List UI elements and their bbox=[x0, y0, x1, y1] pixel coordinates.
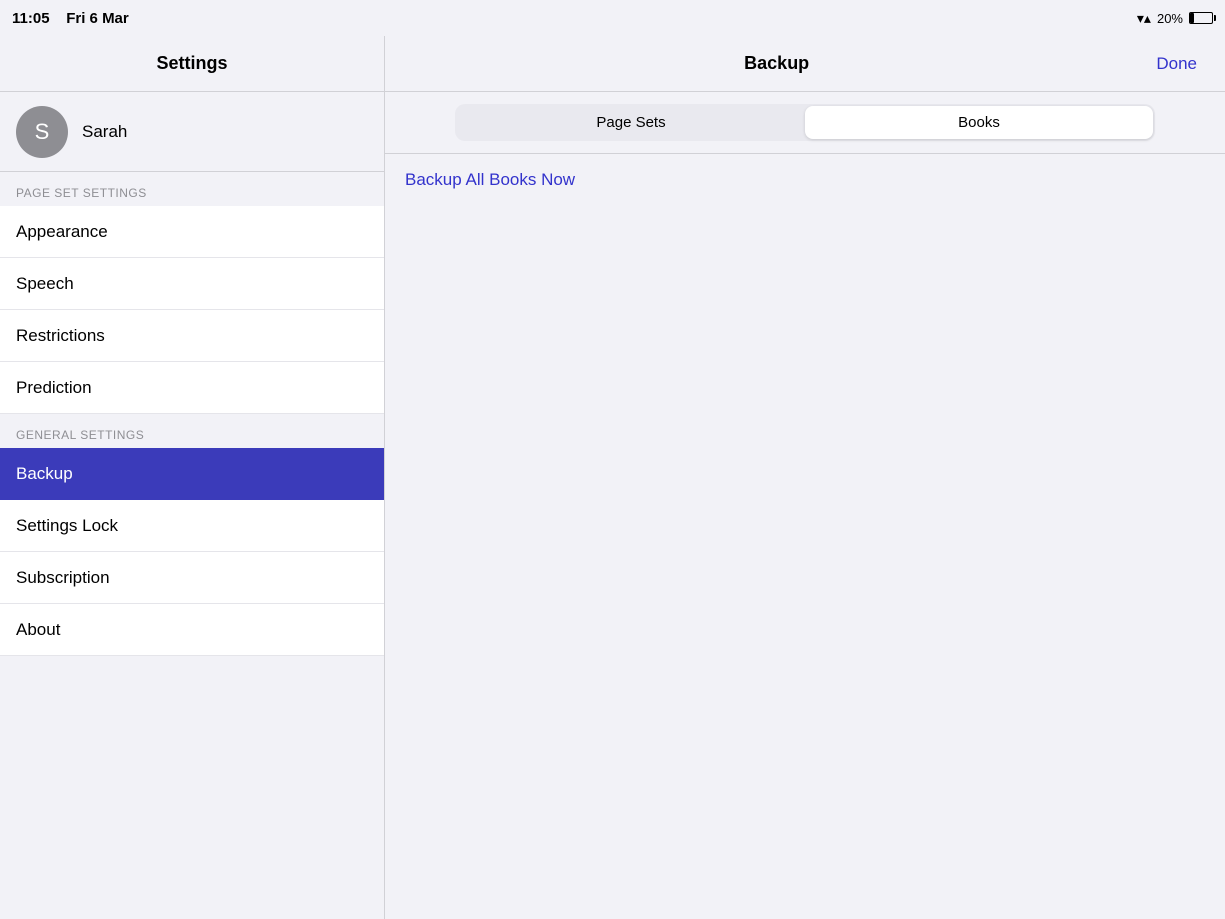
settings-lock-label: Settings Lock bbox=[16, 516, 118, 536]
sidebar-item-about[interactable]: About bbox=[0, 604, 384, 656]
nav-left: Settings bbox=[0, 36, 385, 91]
status-indicators: ▾▴ 20% bbox=[1137, 10, 1213, 27]
nav-right: Backup Done bbox=[385, 50, 1225, 78]
general-settings-header: GENERAL SETTINGS bbox=[0, 414, 384, 448]
username: Sarah bbox=[82, 122, 127, 142]
backup-all-books-link[interactable]: Backup All Books Now bbox=[385, 154, 1225, 206]
segment-control: Page Sets Books bbox=[455, 104, 1155, 141]
appearance-label: Appearance bbox=[16, 222, 108, 242]
app-container: Settings Backup Done S Sarah PAGE SET SE… bbox=[0, 36, 1225, 919]
sidebar-item-appearance[interactable]: Appearance bbox=[0, 206, 384, 258]
sidebar-item-speech[interactable]: Speech bbox=[0, 258, 384, 310]
user-profile[interactable]: S Sarah bbox=[0, 92, 384, 172]
sidebar-item-settings-lock[interactable]: Settings Lock bbox=[0, 500, 384, 552]
page-set-settings-group: PAGE SET SETTINGS Appearance Speech Rest… bbox=[0, 172, 384, 414]
sidebar-item-backup[interactable]: Backup bbox=[0, 448, 384, 500]
page-set-settings-header: PAGE SET SETTINGS bbox=[0, 172, 384, 206]
prediction-label: Prediction bbox=[16, 378, 92, 398]
sidebar-item-restrictions[interactable]: Restrictions bbox=[0, 310, 384, 362]
nav-bar: Settings Backup Done bbox=[0, 36, 1225, 92]
battery-icon bbox=[1189, 12, 1213, 24]
status-time-date: 11:05 Fri 6 Mar bbox=[12, 10, 129, 27]
settings-nav-title: Settings bbox=[156, 53, 227, 74]
wifi-icon: ▾▴ bbox=[1137, 10, 1151, 27]
sidebar: S Sarah PAGE SET SETTINGS Appearance Spe… bbox=[0, 92, 385, 919]
speech-label: Speech bbox=[16, 274, 74, 294]
tab-page-sets[interactable]: Page Sets bbox=[457, 106, 805, 139]
tab-books[interactable]: Books bbox=[805, 106, 1153, 139]
battery-fill bbox=[1190, 13, 1194, 23]
battery-percent: 20% bbox=[1157, 11, 1183, 26]
about-label: About bbox=[16, 620, 60, 640]
avatar: S bbox=[16, 106, 68, 158]
status-time: 11:05 bbox=[12, 10, 50, 27]
done-button[interactable]: Done bbox=[1148, 50, 1205, 78]
subscription-label: Subscription bbox=[16, 568, 110, 588]
status-bar: 11:05 Fri 6 Mar ▾▴ 20% bbox=[0, 0, 1225, 36]
sidebar-item-subscription[interactable]: Subscription bbox=[0, 552, 384, 604]
status-date: Fri 6 Mar bbox=[66, 10, 129, 27]
backup-nav-title: Backup bbox=[405, 53, 1148, 74]
segment-control-container: Page Sets Books bbox=[385, 92, 1225, 154]
backup-label: Backup bbox=[16, 464, 73, 484]
content-area: S Sarah PAGE SET SETTINGS Appearance Spe… bbox=[0, 92, 1225, 919]
general-settings-group: GENERAL SETTINGS Backup Settings Lock Su… bbox=[0, 414, 384, 656]
sidebar-item-prediction[interactable]: Prediction bbox=[0, 362, 384, 414]
main-panel: Page Sets Books Backup All Books Now bbox=[385, 92, 1225, 919]
restrictions-label: Restrictions bbox=[16, 326, 105, 346]
